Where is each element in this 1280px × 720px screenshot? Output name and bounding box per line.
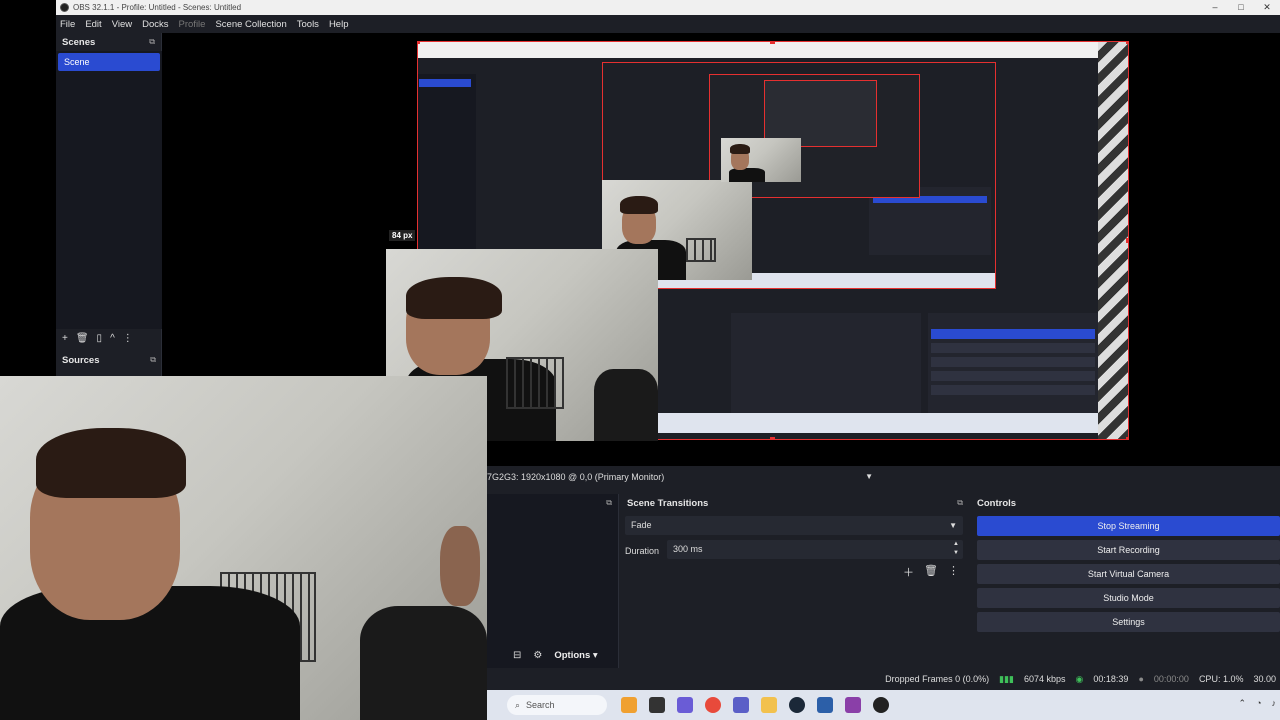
settings-button[interactable]: Settings — [977, 612, 1280, 632]
signal-bars-icon: ▮▮▮ — [999, 673, 1014, 684]
sources-title: Sources — [62, 354, 100, 366]
remove-scene-button[interactable]: 🗑 — [76, 333, 89, 344]
obs-logo-icon — [60, 3, 69, 12]
volume-icon[interactable]: ♪ — [1272, 698, 1277, 709]
app-icon[interactable] — [817, 697, 833, 713]
menu-docks[interactable]: Docks — [142, 19, 168, 30]
scene-filters-button[interactable]: ▯ — [97, 333, 103, 344]
nested-webcam-feed — [721, 138, 801, 182]
size-indicator-label: 84 px — [389, 230, 416, 241]
chevron-down-icon[interactable]: ▼ — [865, 472, 873, 481]
taskbar: ⌕ Search ⌃ ◔ ♪ — [487, 690, 1280, 720]
transition-toolbar: ＋ 🗑 ⋮ — [903, 564, 959, 580]
minimize-button[interactable]: – — [1202, 0, 1228, 15]
start-recording-button[interactable]: Start Recording — [977, 540, 1280, 560]
transition-select[interactable]: Fade ▼ — [625, 516, 963, 535]
scene-more-button[interactable]: ⋮ — [123, 333, 133, 344]
network-icon[interactable]: ◔ — [1256, 698, 1261, 709]
remove-transition-icon[interactable]: 🗑 — [924, 564, 938, 580]
search-icon: ⌕ — [515, 699, 521, 710]
options-button[interactable]: Options ▾ — [554, 650, 597, 661]
scenes-dock: Scenes ⧉ Scene + 🗑 ▯ ^ ⋮ Sources ⧉ — [56, 33, 162, 376]
widgets-icon[interactable] — [621, 697, 637, 713]
scene-transitions-title: Scene Transitions — [627, 498, 709, 509]
filters-icon[interactable]: ⊟ — [513, 650, 521, 661]
scene-transitions-dock: Scene Transitions ⧉ Fade ▼ Duration 300 … — [623, 494, 969, 670]
source-toolbar: ⊟ ⚙ Options ▾ — [487, 644, 619, 666]
steam-icon[interactable] — [789, 697, 805, 713]
menu-view[interactable]: View — [112, 19, 132, 30]
menu-scene-collection[interactable]: Scene Collection — [215, 19, 286, 30]
sources-dock-header: Sources ⧉ — [56, 351, 162, 369]
taskbar-apps — [621, 697, 889, 713]
menu-help[interactable]: Help — [329, 19, 349, 30]
controls-dock: Controls Stop Streaming Start Recording … — [973, 494, 1280, 670]
menu-profile[interactable]: Profile — [179, 19, 206, 30]
fps: 30.00 — [1253, 674, 1276, 684]
stop-streaming-button[interactable]: Stop Streaming — [977, 516, 1280, 536]
obs-taskbar-icon[interactable] — [873, 697, 889, 713]
controls-title: Controls — [977, 498, 1017, 509]
copilot-icon[interactable] — [677, 697, 693, 713]
window-controls: – □ ✕ — [1202, 0, 1280, 15]
menu-tools[interactable]: Tools — [297, 19, 319, 30]
out-of-bounds-stripes — [1096, 42, 1128, 439]
properties-icon[interactable]: ⚙ — [533, 650, 542, 661]
record-icon: ● — [1138, 674, 1144, 684]
menu-bar: File Edit View Docks Profile Scene Colle… — [56, 15, 1280, 33]
cpu-usage: CPU: 1.0% — [1198, 674, 1244, 684]
taskbar-search[interactable]: ⌕ Search — [507, 695, 607, 715]
display-capture-bar[interactable]: 7G2G3: 1920x1080 @ 0,0 (Primary Monitor)… — [487, 466, 877, 488]
scenes-list: Scene — [56, 51, 162, 329]
studio-mode-button[interactable]: Studio Mode — [977, 588, 1280, 608]
scenes-toolbar: + 🗑 ▯ ^ ⋮ — [56, 329, 162, 347]
system-tray: ⌃ ◔ ♪ — [1239, 698, 1276, 709]
undock-icon[interactable]: ⧉ — [150, 355, 156, 365]
app-icon[interactable] — [845, 697, 861, 713]
webcam-overlay — [0, 376, 487, 720]
search-placeholder: Search — [526, 700, 555, 710]
close-button[interactable]: ✕ — [1254, 0, 1280, 15]
status-bar: Dropped Frames 0 (0.0%) ▮▮▮ 6074 kbps ◉ … — [487, 668, 1280, 690]
start-virtual-camera-button[interactable]: Start Virtual Camera — [977, 564, 1280, 584]
bitrate: 6074 kbps — [1024, 674, 1066, 684]
file-explorer-icon[interactable] — [761, 697, 777, 713]
stream-icon: ◉ — [1075, 673, 1084, 684]
bottom-docks: 7G2G3: 1920x1080 @ 0,0 (Primary Monitor)… — [487, 466, 1280, 690]
duration-label: Duration — [625, 546, 660, 556]
chevron-up-icon[interactable]: ⌃ — [1239, 698, 1247, 709]
menu-file[interactable]: File — [60, 19, 75, 30]
undock-icon[interactable]: ⧉ — [149, 37, 155, 47]
monitor-label: 7G2G3: 1920x1080 @ 0,0 (Primary Monitor) — [487, 472, 665, 482]
window-title: OBS 32.1.1 - Profile: Untitled - Scenes:… — [73, 3, 242, 12]
title-bar: OBS 32.1.1 - Profile: Untitled - Scenes:… — [56, 0, 1280, 15]
record-time: 00:00:00 — [1153, 674, 1189, 684]
undock-icon[interactable]: ⧉ — [957, 498, 963, 508]
move-scene-up-button[interactable]: ^ — [110, 333, 115, 344]
duration-input[interactable]: 300 ms ▲ ▼ — [667, 540, 963, 559]
more-options-icon[interactable]: ⋮ — [948, 564, 959, 580]
maximize-button[interactable]: □ — [1228, 0, 1254, 15]
spinner-icon[interactable]: ▲ ▼ — [953, 540, 959, 558]
task-view-icon[interactable] — [649, 697, 665, 713]
add-scene-button[interactable]: + — [62, 333, 68, 344]
scene-list-item[interactable]: Scene — [58, 53, 160, 71]
chrome-icon[interactable] — [705, 697, 721, 713]
transition-selected-value: Fade — [631, 520, 652, 530]
scenes-title: Scenes — [62, 36, 96, 48]
stream-time: 00:18:39 — [1093, 674, 1129, 684]
chevron-down-icon: ▼ — [949, 521, 957, 530]
scenes-dock-header: Scenes ⧉ — [56, 33, 161, 51]
teams-icon[interactable] — [733, 697, 749, 713]
add-transition-icon[interactable]: ＋ — [903, 564, 914, 580]
menu-edit[interactable]: Edit — [85, 19, 101, 30]
duration-value: 300 ms — [673, 544, 703, 554]
undock-icon[interactable]: ⧉ — [606, 498, 612, 508]
dropped-frames: Dropped Frames 0 (0.0%) — [885, 674, 990, 684]
